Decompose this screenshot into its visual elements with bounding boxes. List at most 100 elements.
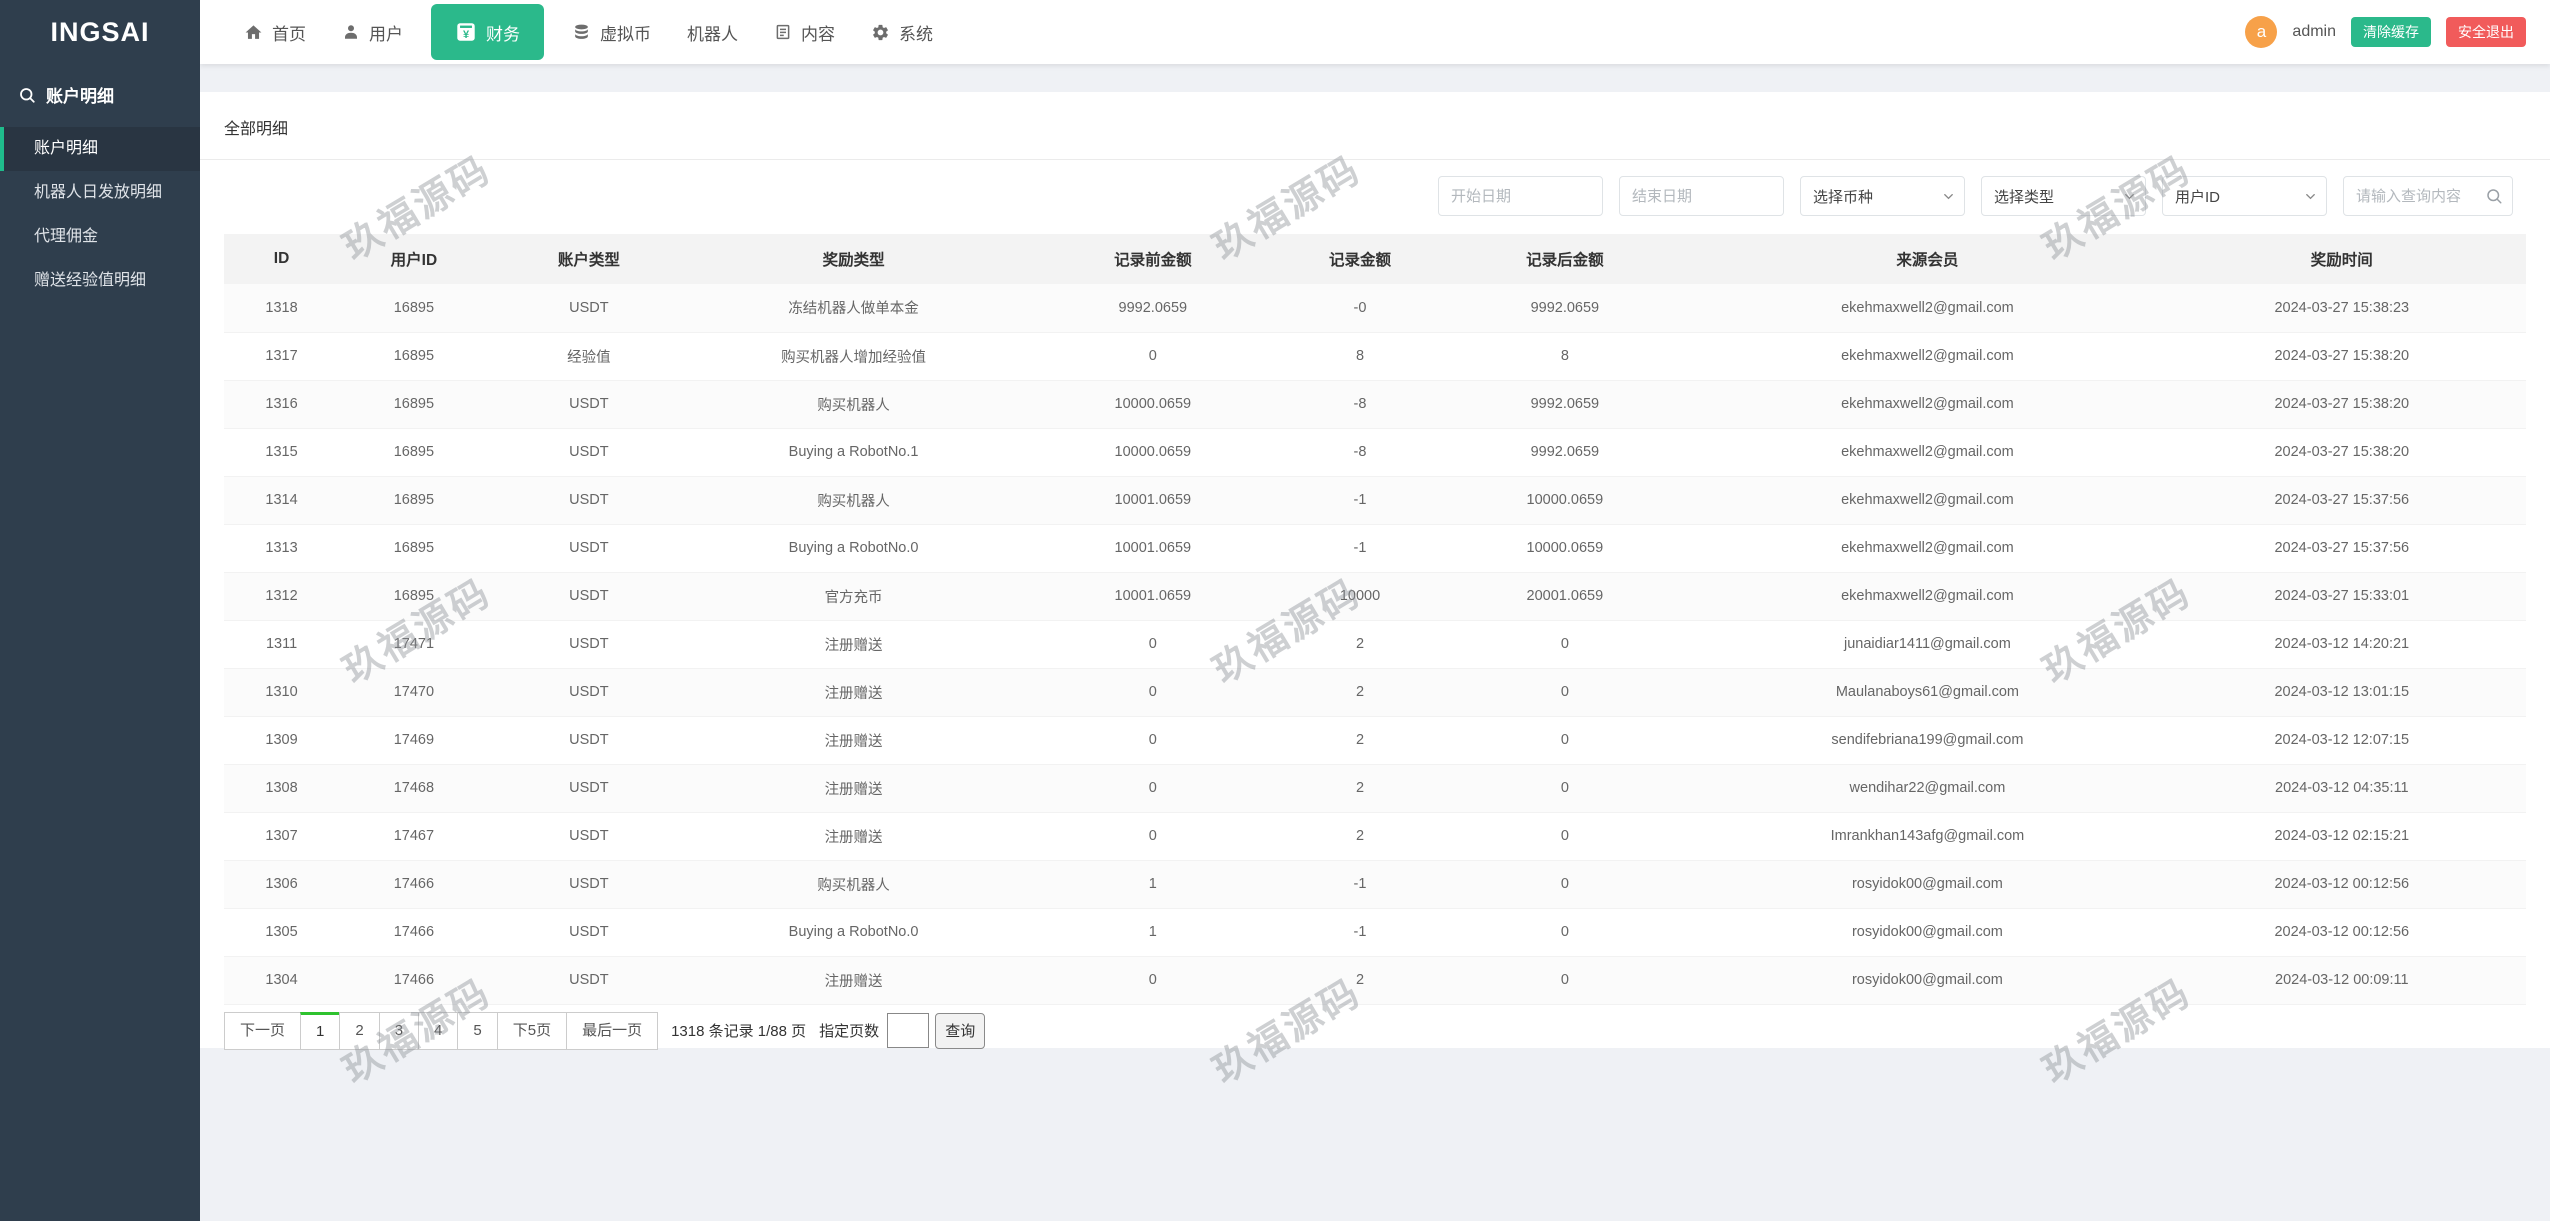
cell-amount: -1 (1287, 524, 1433, 573)
coin-select-value: 选择币种 (1813, 188, 1874, 206)
cell-reward-type: Buying a RobotNo.0 (688, 524, 1019, 573)
end-date-input[interactable] (1619, 176, 1784, 216)
avatar[interactable]: a (2245, 16, 2278, 48)
page-next-button[interactable]: 下一页 (224, 1011, 302, 1050)
cell-user-id: 17471 (339, 620, 489, 669)
records-table: ID 用户ID 账户类型 奖励类型 记录前金额 记录金额 记录后金额 来源会员 奖励时间 131… (224, 234, 2526, 1005)
cell-source-member: ekehmaxwell2@gmail.com (1697, 524, 2158, 573)
cell-amount-after: 0 (1432, 668, 1698, 717)
page-3[interactable]: 3 (378, 1011, 420, 1050)
type-select-value: 选择类型 (1994, 188, 2055, 206)
cell-reward-time: 2024-03-12 00:12:56 (2157, 908, 2526, 957)
goto-page-input[interactable] (887, 1013, 930, 1048)
type-select[interactable]: 选择类型 (1981, 176, 2146, 216)
sidebar-menu: 账户明细 机器人日发放明细 代理佣金 赠送经验值明细 (0, 127, 200, 303)
start-date-input[interactable] (1438, 176, 1603, 216)
cell-user-id: 16895 (339, 524, 489, 573)
cell-account-type: USDT (488, 764, 689, 813)
cell-reward-time: 2024-03-12 14:20:21 (2157, 620, 2526, 669)
cell-id: 1316 (224, 380, 340, 429)
cell-amount-before: 10000.0659 (1018, 428, 1288, 477)
page-1[interactable]: 1 (300, 1011, 341, 1050)
cell-user-id: 17470 (339, 668, 489, 717)
table-header-cell: 奖励时间 (2157, 234, 2526, 284)
table-row: 1304 17466 USDT 注册赠送 0 2 0 rosyidok00@gm… (224, 956, 2526, 1005)
sidebar-section-account-detail[interactable]: 账户明细 (0, 64, 200, 123)
cell-amount-after: 9992.0659 (1432, 284, 1698, 333)
page-2[interactable]: 2 (339, 1011, 380, 1050)
cell-source-member: sendifebriana199@gmail.com (1697, 716, 2158, 765)
cell-user-id: 17466 (339, 956, 489, 1005)
cell-source-member: Imrankhan143afg@gmail.com (1697, 812, 2158, 861)
top-nav-crypto[interactable]: 虚拟币 (554, 0, 669, 64)
logout-button[interactable]: 安全退出 (2446, 17, 2526, 47)
table-row: 1317 16895 经验值 购买机器人增加经验值 0 8 8 ekehmaxw… (224, 332, 2526, 381)
cell-amount: -1 (1287, 860, 1433, 909)
cell-source-member: junaidiar1411@gmail.com (1697, 620, 2158, 669)
cell-account-type: USDT (488, 524, 689, 573)
table-body: 1318 16895 USDT 冻结机器人做单本金 9992.0659 -0 9… (224, 284, 2526, 1005)
page-5[interactable]: 5 (457, 1011, 498, 1050)
coin-select[interactable]: 选择币种 (1800, 176, 1965, 216)
cell-id: 1304 (224, 956, 340, 1005)
top-nav-finance[interactable]: ¥ 财务 (431, 4, 544, 60)
cell-reward-type: 注册赠送 (688, 764, 1019, 813)
clear-cache-button[interactable]: 清除缓存 (2351, 17, 2431, 47)
cell-amount: 2 (1287, 620, 1433, 669)
sidebar-item-agent-commission[interactable]: 代理佣金 (0, 215, 200, 259)
table-header-row: ID 用户ID 账户类型 奖励类型 记录前金额 记录金额 记录后金额 来源会员 奖励时间 (224, 234, 2526, 284)
cell-amount: -1 (1287, 476, 1433, 525)
cell-source-member: rosyidok00@gmail.com (1697, 860, 2158, 909)
top-nav-robot[interactable]: 机器人 (669, 0, 756, 64)
top-nav-item-label: 内容 (801, 24, 835, 44)
top-nav-content[interactable]: 内容 (756, 0, 853, 64)
cell-source-member: ekehmaxwell2@gmail.com (1697, 428, 2158, 477)
top-nav-item-label: 虚拟币 (600, 24, 651, 44)
top-nav-home[interactable]: 首页 (226, 0, 324, 64)
cell-amount: 10000 (1287, 572, 1433, 621)
cell-id: 1315 (224, 428, 340, 477)
cell-id: 1313 (224, 524, 340, 573)
table-row: 1306 17466 USDT 购买机器人 1 -1 0 rosyidok00@… (224, 860, 2526, 909)
chevron-down-icon (2303, 189, 2318, 204)
cell-user-id: 16895 (339, 332, 489, 381)
cell-reward-type: Buying a RobotNo.1 (688, 428, 1019, 477)
cell-amount-after: 10000.0659 (1432, 476, 1698, 525)
sidebar-item-label: 账户明细 (34, 140, 99, 157)
cell-amount-after: 0 (1432, 956, 1698, 1005)
table-row: 1315 16895 USDT Buying a RobotNo.1 10000… (224, 428, 2526, 477)
sidebar-item-gift-exp-detail[interactable]: 赠送经验值明细 (0, 259, 200, 303)
cell-amount-after: 9992.0659 (1432, 380, 1698, 429)
cell-reward-time: 2024-03-12 00:09:11 (2157, 956, 2526, 1005)
sidebar-item-account-detail[interactable]: 账户明细 (0, 127, 200, 171)
cell-user-id: 17469 (339, 716, 489, 765)
page-next5-button[interactable]: 下5页 (496, 1011, 568, 1050)
field-select[interactable]: 用户ID (2162, 176, 2327, 216)
cell-amount-before: 0 (1018, 332, 1288, 381)
page-title: 全部明细 (224, 121, 289, 138)
top-nav: 首页 用户 ¥ 财务 虚拟币 机器人 内容 系统 (226, 0, 951, 64)
cell-amount-before: 10001.0659 (1018, 572, 1288, 621)
sidebar-item-robot-daily-release[interactable]: 机器人日发放明细 (0, 171, 200, 215)
cell-account-type: USDT (488, 812, 689, 861)
cell-reward-type: 注册赠送 (688, 812, 1019, 861)
chevron-down-icon (2122, 189, 2137, 204)
table-row: 1311 17471 USDT 注册赠送 0 2 0 junaidiar1411… (224, 620, 2526, 669)
table-header-cell: 记录前金额 (1018, 234, 1288, 284)
cell-account-type: USDT (488, 572, 689, 621)
page-4[interactable]: 4 (418, 1011, 459, 1050)
table-header-cell: 奖励类型 (688, 234, 1019, 284)
cell-reward-type: Buying a RobotNo.0 (688, 908, 1019, 957)
page-last-button[interactable]: 最后一页 (566, 1011, 659, 1050)
top-nav-system[interactable]: 系统 (853, 0, 951, 64)
goto-query-button[interactable]: 查询 (935, 1012, 986, 1049)
top-nav-item-label: 用户 (369, 24, 403, 44)
top-nav-users[interactable]: 用户 (324, 0, 421, 64)
cell-user-id: 16895 (339, 284, 489, 333)
cell-reward-time: 2024-03-27 15:38:23 (2157, 284, 2526, 333)
cell-reward-type: 注册赠送 (688, 620, 1019, 669)
cell-reward-type: 冻结机器人做单本金 (688, 284, 1019, 333)
cell-reward-time: 2024-03-27 15:37:56 (2157, 524, 2526, 573)
search-icon[interactable] (2485, 187, 2503, 205)
cell-reward-type: 购买机器人 (688, 860, 1019, 909)
